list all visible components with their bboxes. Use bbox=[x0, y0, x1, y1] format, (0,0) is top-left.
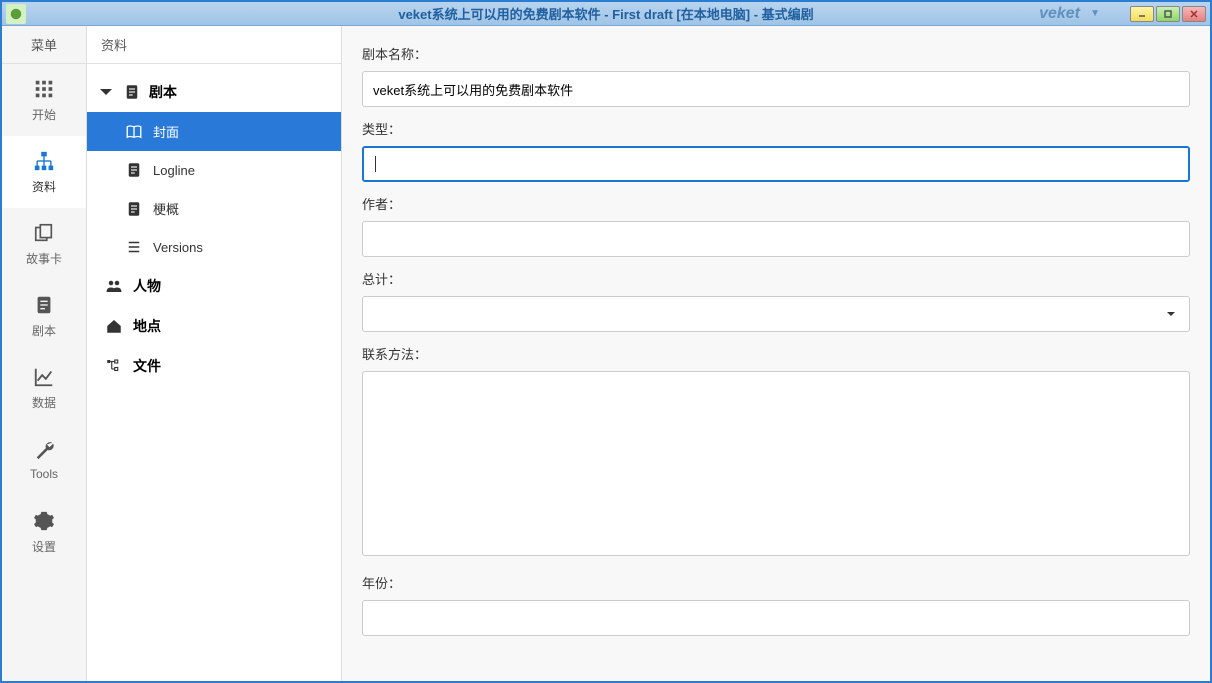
tree-section-label: 人物 bbox=[133, 276, 161, 296]
label-script-name: 剧本名称： bbox=[362, 44, 1190, 63]
label-author: 作者： bbox=[362, 194, 1190, 213]
home-icon bbox=[105, 317, 123, 335]
input-author[interactable] bbox=[362, 221, 1190, 257]
nav-label: Tools bbox=[30, 467, 58, 481]
tree-item-label: Logline bbox=[153, 163, 195, 178]
document-icon bbox=[125, 161, 143, 179]
nav-label: 资料 bbox=[32, 178, 56, 195]
tree-panel: 资料 剧本 封面 Logline bbox=[87, 26, 342, 681]
people-icon bbox=[105, 277, 123, 295]
chart-icon bbox=[33, 366, 55, 388]
nav-item-resources[interactable]: 资料 bbox=[2, 136, 86, 208]
tree-section-characters[interactable]: 人物 bbox=[87, 266, 341, 306]
cards-icon bbox=[33, 222, 55, 244]
nav-sidebar: 菜单 开始 资料 故事卡 剧本 数 bbox=[2, 26, 87, 681]
gear-icon bbox=[33, 510, 55, 532]
tree-item-cover[interactable]: 封面 bbox=[87, 112, 341, 151]
form-panel: 剧本名称： 类型： 作者： 总计： bbox=[342, 26, 1210, 681]
dropdown-arrow-icon[interactable]: ▼ bbox=[1090, 8, 1100, 19]
document-icon bbox=[125, 200, 143, 218]
tree-root-label: 剧本 bbox=[149, 82, 177, 102]
document-icon bbox=[123, 83, 141, 101]
nav-item-storycards[interactable]: 故事卡 bbox=[2, 208, 86, 280]
tree-item-label: Versions bbox=[153, 240, 203, 255]
book-icon bbox=[125, 123, 143, 141]
tree-item-versions[interactable]: Versions bbox=[87, 228, 341, 266]
label-total: 总计： bbox=[362, 269, 1190, 288]
tree-item-label: 封面 bbox=[153, 122, 179, 141]
app-icon bbox=[6, 4, 26, 24]
input-script-name[interactable] bbox=[362, 71, 1190, 107]
tree-icon bbox=[105, 357, 123, 375]
minimize-button[interactable] bbox=[1130, 6, 1154, 22]
hierarchy-icon bbox=[33, 150, 55, 172]
nav-header: 菜单 bbox=[2, 26, 86, 64]
nav-label: 数据 bbox=[32, 394, 56, 411]
tree-item-synopsis[interactable]: 梗概 bbox=[87, 189, 341, 228]
window-title: veket系统上可以用的免费剧本软件 - First draft [在本地电脑]… bbox=[398, 4, 813, 23]
tree-section-files[interactable]: 文件 bbox=[87, 346, 341, 386]
grid-icon bbox=[33, 78, 55, 100]
nav-item-start[interactable]: 开始 bbox=[2, 64, 86, 136]
nav-label: 剧本 bbox=[32, 322, 56, 339]
maximize-button[interactable] bbox=[1156, 6, 1180, 22]
chevron-down-icon bbox=[1165, 308, 1177, 320]
window-titlebar: veket系统上可以用的免费剧本软件 - First draft [在本地电脑]… bbox=[2, 2, 1210, 26]
input-year[interactable] bbox=[362, 600, 1190, 636]
label-year: 年份： bbox=[362, 573, 1190, 592]
tree-item-label: 梗概 bbox=[153, 199, 179, 218]
nav-item-tools[interactable]: Tools bbox=[2, 424, 86, 496]
nav-item-script[interactable]: 剧本 bbox=[2, 280, 86, 352]
chevron-down-icon bbox=[97, 83, 115, 101]
nav-label: 设置 bbox=[32, 538, 56, 555]
tree-header: 资料 bbox=[87, 26, 341, 64]
tree-section-locations[interactable]: 地点 bbox=[87, 306, 341, 346]
nav-item-settings[interactable]: 设置 bbox=[2, 496, 86, 568]
document-icon bbox=[33, 294, 55, 316]
textarea-contact[interactable] bbox=[362, 371, 1190, 556]
tree-item-logline[interactable]: Logline bbox=[87, 151, 341, 189]
wrench-icon bbox=[33, 439, 55, 461]
tree-section-label: 文件 bbox=[133, 356, 161, 376]
label-type: 类型： bbox=[362, 119, 1190, 138]
input-type[interactable] bbox=[362, 146, 1190, 182]
nav-item-data[interactable]: 数据 bbox=[2, 352, 86, 424]
select-total[interactable] bbox=[362, 296, 1190, 332]
close-button[interactable] bbox=[1182, 6, 1206, 22]
brand-label: veket bbox=[1039, 5, 1080, 23]
nav-label: 开始 bbox=[32, 106, 56, 123]
tree-section-label: 地点 bbox=[133, 316, 161, 336]
nav-label: 故事卡 bbox=[26, 250, 62, 267]
tree-root-script[interactable]: 剧本 bbox=[87, 72, 341, 112]
list-icon bbox=[125, 238, 143, 256]
label-contact: 联系方法： bbox=[362, 344, 1190, 363]
